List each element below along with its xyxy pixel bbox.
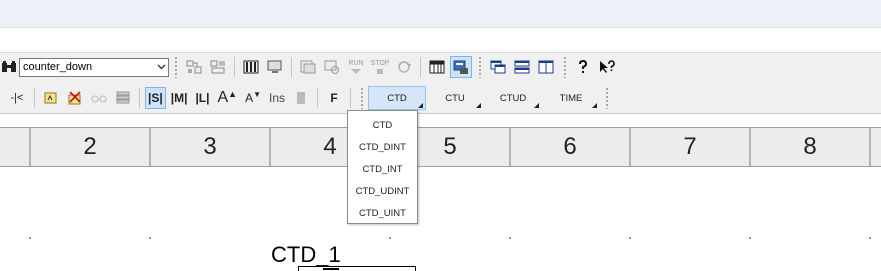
stack-icon[interactable] [112, 87, 134, 109]
toolbar-grip[interactable] [174, 56, 178, 78]
ruler-column[interactable]: 7 [629, 128, 749, 166]
stop-icon[interactable]: STOP [369, 56, 391, 78]
ruler-column[interactable]: 8 [749, 128, 869, 166]
toolbar-separator [34, 88, 35, 108]
l-coil-button[interactable]: |L| [192, 87, 212, 109]
f-button[interactable]: F [323, 87, 345, 109]
run-label: RUN [348, 59, 364, 67]
font-smaller-icon: ▼ [253, 89, 262, 99]
grid-dot [509, 237, 511, 239]
ruler-column-edge [869, 128, 881, 166]
edit-block-icon[interactable] [40, 87, 62, 109]
fb-time-button[interactable]: TIME [542, 86, 600, 110]
delete-block-icon[interactable] [64, 87, 86, 109]
contact-icon[interactable]: -|< [5, 87, 29, 109]
m-coil-button[interactable]: |M| [168, 87, 191, 109]
context-help-icon[interactable] [596, 56, 618, 78]
toolbar-grip[interactable] [360, 87, 365, 109]
tile-horizontal-icon[interactable] [511, 56, 533, 78]
fb-ctd-button[interactable]: CTD [368, 86, 427, 110]
pou-selector[interactable]: counter_down [19, 57, 169, 77]
set-coil-button[interactable]: |S| [145, 87, 166, 109]
dropdown-item-ctd-int[interactable]: CTD_INT [348, 158, 417, 180]
font-larger-button[interactable]: A ▲ [214, 87, 240, 109]
toolbar-separator [234, 57, 235, 77]
fb-time-label: TIME [559, 92, 583, 104]
grid-dot [389, 237, 391, 239]
dropdown-item-ctd-udint[interactable]: CTD_UDINT [348, 180, 417, 202]
cascade-windows-icon[interactable] [487, 56, 509, 78]
toolbar-grip[interactable] [605, 87, 610, 109]
function-block-instance-name[interactable]: CTD_1 [271, 242, 341, 268]
toolbar-separator [317, 88, 319, 108]
dropdown-corner-icon [592, 103, 598, 108]
grid-dot [749, 237, 751, 239]
font-smaller-button[interactable]: A ▼ [242, 87, 264, 109]
dropdown-item-ctd-uint[interactable]: CTD_UINT [348, 202, 417, 224]
grid-dot [869, 237, 871, 239]
ruler-column[interactable]: 6 [509, 128, 629, 166]
dropdown-corner-icon [418, 103, 424, 108]
network-2-icon[interactable] [321, 56, 343, 78]
toolbar-grip[interactable] [563, 56, 567, 78]
columns-icon[interactable] [240, 56, 262, 78]
toolbar-separator [420, 57, 421, 77]
dropdown-corner-icon [476, 103, 482, 108]
ruler-column[interactable]: 2 [29, 128, 149, 166]
fb-type-dropdown: CTD CTD_DINT CTD_INT CTD_UDINT CTD_UINT [347, 110, 418, 224]
edit-props-2-icon[interactable] [207, 56, 229, 78]
toolbar-row-2: -|< |S| |M| |L| A ▲ A ▼ Ins F CTD CTU CTUD… [0, 84, 613, 112]
toolbar-separator [350, 88, 352, 108]
tile-vertical-icon[interactable] [535, 56, 557, 78]
edit-props-icon[interactable] [183, 56, 205, 78]
fb-ctud-label: CTUD [499, 92, 527, 104]
pou-selector-value: counter_down [23, 61, 93, 73]
ruler-column[interactable]: 3 [149, 128, 269, 166]
dropdown-item-ctd-dint[interactable]: CTD_DINT [348, 136, 417, 158]
font-larger-icon: ▲ [228, 89, 238, 99]
fb-ctud-button[interactable]: CTUD [484, 86, 542, 110]
run-icon[interactable]: RUN [345, 56, 367, 78]
toolbar-grip[interactable] [478, 56, 482, 78]
grid-dot [149, 237, 151, 239]
watch-icon[interactable] [450, 56, 472, 78]
toolbar-separator [139, 88, 140, 108]
help-icon[interactable] [572, 56, 594, 78]
dropdown-corner-icon [534, 103, 540, 108]
fb-ctd-label: CTD [387, 92, 407, 104]
title-area [0, 0, 881, 28]
grid-dot [29, 237, 31, 239]
insert-mode-button[interactable]: Ins [266, 87, 288, 109]
stop-label: STOP [370, 59, 390, 67]
glasses-icon[interactable] [88, 87, 110, 109]
column-ruler: 2 3 4 5 6 7 8 [0, 127, 881, 167]
toolbar-row-1: counter_down RUN STOP [0, 53, 619, 81]
dropdown-item-ctd[interactable]: CTD [348, 114, 417, 136]
network-1-icon[interactable] [297, 56, 319, 78]
block-icon[interactable] [290, 87, 312, 109]
chevron-down-icon[interactable] [154, 64, 168, 70]
font-smaller-label: A [245, 91, 254, 105]
toolbar-separator [291, 57, 292, 77]
font-larger-label: A [217, 89, 229, 106]
grid-view-icon[interactable] [426, 56, 448, 78]
fb-ctu-label: CTU [445, 92, 465, 104]
refresh-icon[interactable] [393, 56, 415, 78]
function-block[interactable] [298, 266, 416, 271]
toolbar-divider [0, 113, 881, 114]
grid-dot [629, 237, 631, 239]
monitor-icon[interactable] [264, 56, 286, 78]
binoculars-icon[interactable] [0, 56, 18, 78]
fb-ctu-button[interactable]: CTU [426, 86, 484, 110]
